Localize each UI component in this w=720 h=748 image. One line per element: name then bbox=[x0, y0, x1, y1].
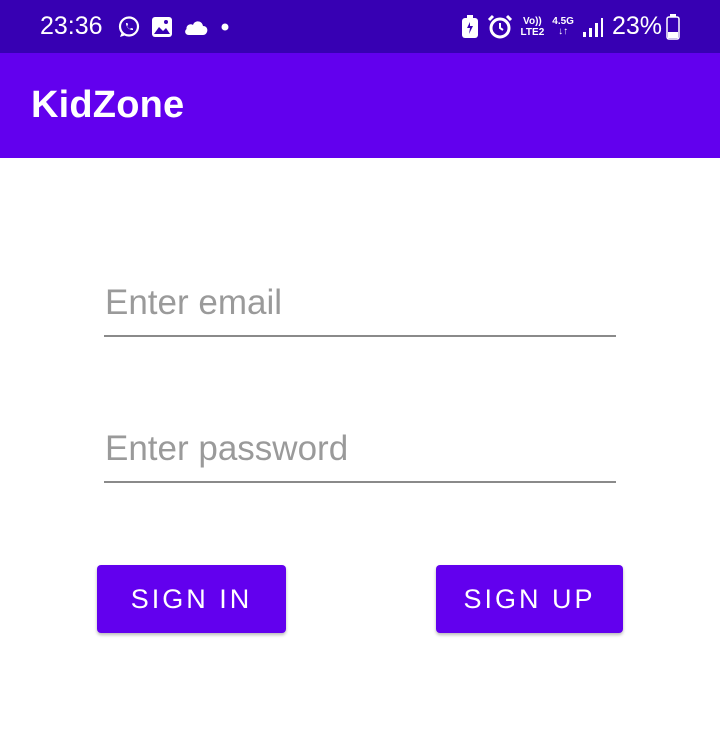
signal-icon bbox=[582, 16, 604, 38]
app-bar: KidZone bbox=[0, 53, 720, 158]
sign-in-button[interactable]: SIGN IN bbox=[97, 565, 286, 633]
battery-percent: 23% bbox=[611, 12, 662, 40]
dot-icon bbox=[219, 21, 231, 33]
whatsapp-icon bbox=[117, 15, 141, 39]
sign-up-button[interactable]: SIGN UP bbox=[436, 565, 623, 633]
data-arrows-icon: ↓↑ bbox=[558, 26, 569, 37]
app-title: KidZone bbox=[31, 84, 185, 126]
network-top-text: Vo)) bbox=[523, 15, 542, 27]
password-field-container bbox=[104, 423, 616, 483]
email-input[interactable] bbox=[104, 277, 616, 335]
email-field-container bbox=[104, 277, 616, 337]
network-bottom-text: LTE2 bbox=[520, 26, 545, 38]
battery-saver-icon bbox=[461, 14, 479, 39]
password-input[interactable] bbox=[104, 423, 616, 481]
network-type-label: 4.5G ↓↑ bbox=[552, 16, 574, 37]
status-time: 23:36 bbox=[40, 12, 103, 40]
status-bar: 23:36 Vo)) LTE2 4.5G ↓↑ 23% bbox=[0, 0, 720, 53]
network-volte-label: Vo)) LTE2 bbox=[521, 16, 545, 38]
cloud-icon bbox=[183, 18, 209, 36]
status-left: 23:36 bbox=[40, 12, 241, 41]
status-right: Vo)) LTE2 4.5G ↓↑ 23% bbox=[461, 12, 680, 41]
battery-icon bbox=[666, 13, 680, 40]
alarm-icon bbox=[487, 14, 513, 40]
gallery-icon bbox=[151, 16, 173, 38]
